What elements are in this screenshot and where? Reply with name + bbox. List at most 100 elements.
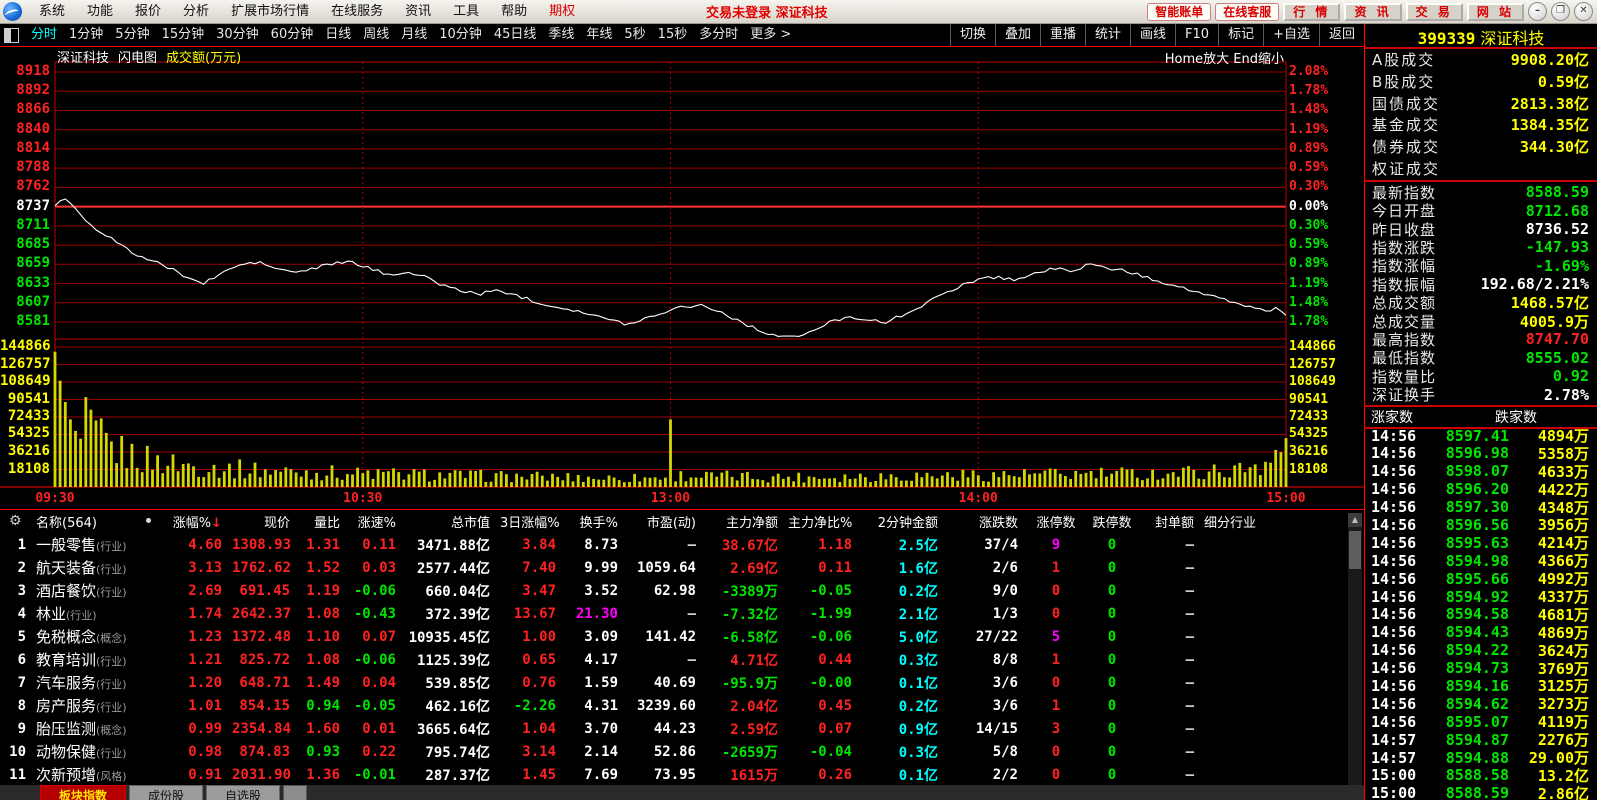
period-tab-15秒[interactable]: 15秒 bbox=[652, 24, 694, 46]
tick-row[interactable]: 15:008588.592.86亿 bbox=[1365, 783, 1597, 800]
tick-row[interactable]: 15:008588.5813.2亿 bbox=[1365, 765, 1597, 783]
period-tab-15分钟[interactable]: 15分钟 bbox=[156, 24, 211, 46]
tick-row[interactable]: 14:568595.634214万 bbox=[1365, 532, 1597, 550]
column-header-市盈(动)[interactable]: 市盈(动) bbox=[628, 512, 706, 531]
column-header-2分钟金额[interactable]: 2分钟金额 bbox=[862, 512, 948, 531]
menu-item-功能[interactable]: 功能 bbox=[76, 0, 124, 23]
period-tab-30分钟[interactable]: 30分钟 bbox=[210, 24, 265, 46]
table-row-教育培训[interactable]: 6教育培训(行业)1.21825.721.08-0.061125.39亿0.65… bbox=[0, 648, 1364, 671]
tick-row[interactable]: 14:568594.163125万 bbox=[1365, 675, 1597, 693]
table-header-row[interactable]: ⚙ 名称(564)涨幅%↓现价量比涨速%总市值3日涨幅%换手%市盈(动)主力净额… bbox=[0, 510, 1364, 533]
menu-item-工具[interactable]: 工具 bbox=[442, 0, 490, 23]
tick-row[interactable]: 14:568595.074119万 bbox=[1365, 711, 1597, 729]
column-header-总市值[interactable]: 总市值 bbox=[406, 512, 500, 531]
tick-row[interactable]: 14:568594.733769万 bbox=[1365, 658, 1597, 676]
table-row-一般零售[interactable]: 1一般零售(行业)4.601308.931.310.113471.88亿3.84… bbox=[0, 533, 1364, 556]
tick-row[interactable]: 14:568595.664992万 bbox=[1365, 568, 1597, 586]
tick-row[interactable]: 14:578594.872276万 bbox=[1365, 729, 1597, 747]
bottom-tab-成份股[interactable]: 成份股 bbox=[129, 785, 203, 800]
column-header-涨跌数[interactable]: 涨跌数 bbox=[948, 512, 1028, 531]
table-row-房产服务[interactable]: 8房产服务(行业)1.01854.150.94-0.05462.16亿-2.26… bbox=[0, 694, 1364, 717]
titlebar-button-智能账单[interactable]: 智能账单 bbox=[1147, 3, 1211, 21]
tick-row[interactable]: 14:568596.563956万 bbox=[1365, 514, 1597, 532]
period-tab-45日线[interactable]: 45日线 bbox=[488, 24, 543, 46]
tool-button-重播[interactable]: 重播 bbox=[1040, 24, 1085, 46]
table-row-免税概念[interactable]: 5免税概念(概念)1.231372.481.100.0710935.45亿1.0… bbox=[0, 625, 1364, 648]
table-row-次新预增[interactable]: 11次新预增(风格)0.912031.901.36-0.01287.37亿1.4… bbox=[0, 763, 1364, 786]
tick-row[interactable]: 14:568594.984366万 bbox=[1365, 550, 1597, 568]
period-tab-5秒[interactable]: 5秒 bbox=[618, 24, 651, 46]
table-row-航天装备[interactable]: 2航天装备(行业)3.131762.621.520.032577.44亿7.40… bbox=[0, 556, 1364, 579]
titlebar-button-资讯[interactable]: 资 讯 bbox=[1344, 3, 1401, 21]
period-tab-月线[interactable]: 月线 bbox=[395, 24, 433, 46]
column-header-主力净比%[interactable]: 主力净比% bbox=[788, 512, 862, 531]
column-header-主力净额[interactable]: 主力净额 bbox=[706, 512, 788, 531]
menu-item-分析[interactable]: 分析 bbox=[172, 0, 220, 23]
period-tab-季线[interactable]: 季线 bbox=[542, 24, 580, 46]
restore-button[interactable]: ❐ bbox=[1551, 2, 1570, 21]
period-tab-更多 >[interactable]: 更多 > bbox=[744, 24, 797, 46]
tick-row[interactable]: 14:568597.304348万 bbox=[1365, 497, 1597, 515]
close-button[interactable]: ✕ bbox=[1574, 2, 1593, 21]
tool-button-标记[interactable]: 标记 bbox=[1218, 24, 1263, 46]
titlebar-button-网站[interactable]: 网 站 bbox=[1467, 3, 1524, 21]
table-row-林业[interactable]: 4林业(行业)1.742642.371.08-0.43372.39亿13.672… bbox=[0, 602, 1364, 625]
layout-toggle-icon[interactable] bbox=[4, 28, 19, 43]
tick-row[interactable]: 14:568597.414894万 bbox=[1365, 425, 1597, 443]
tick-row[interactable]: 14:568594.223624万 bbox=[1365, 640, 1597, 658]
table-row-胎压监测[interactable]: 9胎压监测(概念)0.992354.841.600.013665.64亿1.04… bbox=[0, 717, 1364, 740]
tool-button-叠加[interactable]: 叠加 bbox=[995, 24, 1040, 46]
period-tab-日线[interactable]: 日线 bbox=[319, 24, 357, 46]
menu-item-扩展市场行情[interactable]: 扩展市场行情 bbox=[220, 0, 320, 23]
period-tab-年线[interactable]: 年线 bbox=[580, 24, 618, 46]
scroll-up-icon[interactable]: ▲ bbox=[1348, 513, 1362, 527]
tick-row[interactable]: 14:568594.584681万 bbox=[1365, 604, 1597, 622]
table-row-动物保健[interactable]: 10动物保健(行业)0.98874.830.930.22795.74亿3.142… bbox=[0, 740, 1364, 763]
chart-canvas[interactable] bbox=[0, 47, 1364, 510]
menu-item-报价[interactable]: 报价 bbox=[124, 0, 172, 23]
intraday-chart[interactable]: 深证科技 闪电图 成交额(万元) Home放大 End缩小 89182.08%8… bbox=[0, 47, 1364, 510]
minimize-button[interactable]: – bbox=[1528, 2, 1547, 21]
column-header-封单额[interactable]: 封单额 bbox=[1140, 512, 1204, 531]
period-tab-多分时[interactable]: 多分时 bbox=[693, 24, 744, 46]
titlebar-button-在线客服[interactable]: 在线客服 bbox=[1215, 3, 1279, 21]
column-header-3日涨幅%[interactable]: 3日涨幅% bbox=[500, 512, 566, 531]
bottom-tab-板块指数[interactable]: 板块指数 bbox=[40, 785, 126, 800]
column-header-细分行业[interactable]: 细分行业 bbox=[1204, 512, 1324, 531]
titlebar-button-交易[interactable]: 交 易 bbox=[1406, 3, 1463, 21]
column-header-跌停数[interactable]: 跌停数 bbox=[1084, 512, 1140, 531]
menu-item-期权[interactable]: 期权 bbox=[538, 0, 586, 23]
menu-item-帮助[interactable]: 帮助 bbox=[490, 0, 538, 23]
tick-row[interactable]: 14:568598.074633万 bbox=[1365, 461, 1597, 479]
tick-row[interactable]: 14:568596.985358万 bbox=[1365, 443, 1597, 461]
titlebar-button-行情[interactable]: 行 情 bbox=[1283, 3, 1340, 21]
bottom-tab-自选股[interactable]: 自选股 bbox=[206, 785, 280, 800]
tick-row[interactable]: 14:578594.8829.00万 bbox=[1365, 747, 1597, 765]
grid-view-icon[interactable] bbox=[283, 785, 307, 800]
tool-button-返回[interactable]: 返回 bbox=[1319, 24, 1364, 46]
column-header-涨停数[interactable]: 涨停数 bbox=[1028, 512, 1084, 531]
tool-button-统计[interactable]: 统计 bbox=[1085, 24, 1130, 46]
tick-row[interactable]: 14:568596.204422万 bbox=[1365, 479, 1597, 497]
tool-button-切换[interactable]: 切换 bbox=[950, 24, 995, 46]
tool-button-画线[interactable]: 画线 bbox=[1130, 24, 1175, 46]
tick-list[interactable]: 14:568597.414894万14:568596.985358万14:568… bbox=[1365, 425, 1597, 800]
tick-row[interactable]: 14:568594.623273万 bbox=[1365, 693, 1597, 711]
column-header-换手%[interactable]: 换手% bbox=[566, 512, 628, 531]
column-header-量比[interactable]: 量比 bbox=[300, 512, 350, 531]
tool-button-F10[interactable]: F10 bbox=[1175, 24, 1218, 46]
tick-row[interactable]: 14:568594.434869万 bbox=[1365, 622, 1597, 640]
table-row-汽车服务[interactable]: 7汽车服务(行业)1.20648.711.490.04539.85亿0.761.… bbox=[0, 671, 1364, 694]
scrollbar-thumb[interactable] bbox=[1349, 531, 1361, 569]
period-tab-5分钟[interactable]: 5分钟 bbox=[109, 24, 155, 46]
menu-item-在线服务[interactable]: 在线服务 bbox=[320, 0, 394, 23]
period-tab-60分钟[interactable]: 60分钟 bbox=[265, 24, 320, 46]
menu-item-资讯[interactable]: 资讯 bbox=[394, 0, 442, 23]
settings-gear-icon[interactable]: ⚙ bbox=[9, 513, 22, 529]
period-tab-周线[interactable]: 周线 bbox=[357, 24, 395, 46]
column-header-涨幅%[interactable]: 涨幅%↓ bbox=[170, 512, 232, 531]
tool-button-+自选[interactable]: +自选 bbox=[1263, 24, 1319, 46]
column-header-现价[interactable]: 现价 bbox=[232, 512, 300, 531]
column-header-涨速%[interactable]: 涨速% bbox=[350, 512, 406, 531]
table-row-酒店餐饮[interactable]: 3酒店餐饮(行业)2.69691.451.19-0.06660.04亿3.473… bbox=[0, 579, 1364, 602]
